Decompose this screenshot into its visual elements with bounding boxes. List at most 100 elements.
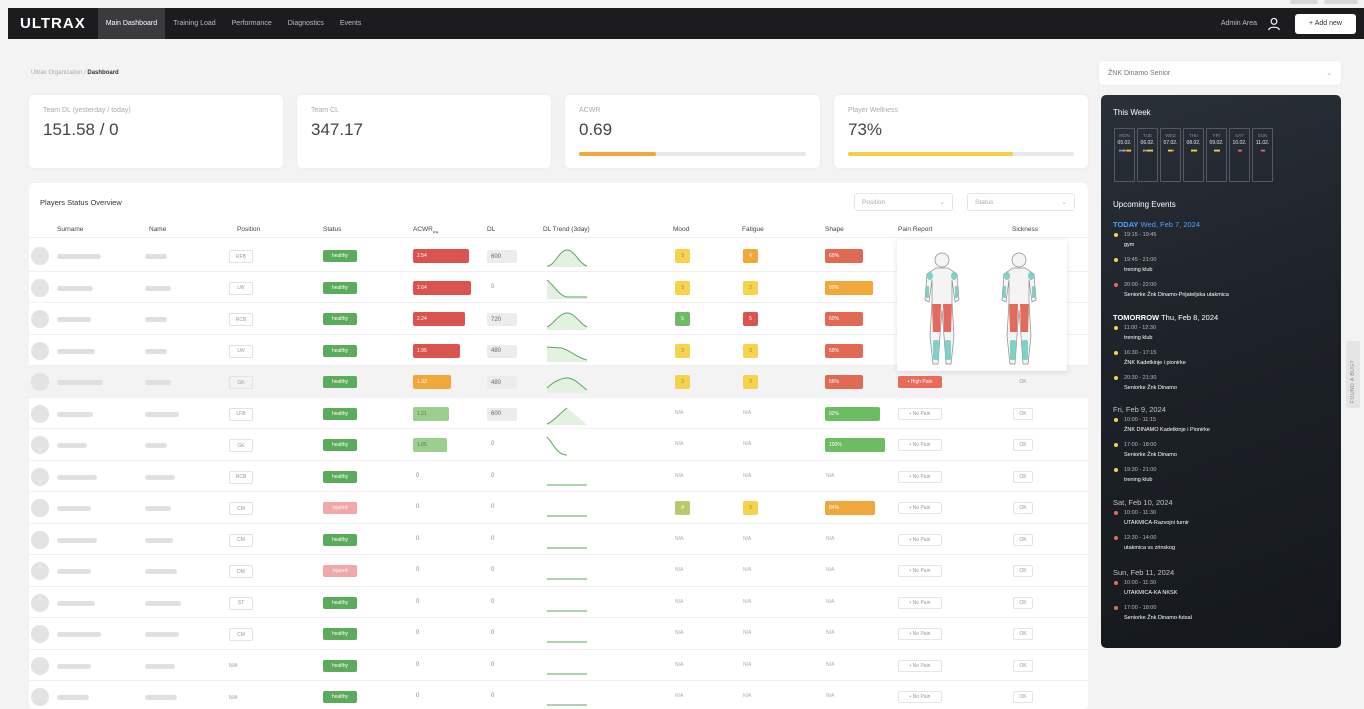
event-item[interactable]: 12:30 - 14:00 utakmica vs zrinskog (1114, 535, 1175, 551)
table-row[interactable]: RCB healthy 0 0 N/A N/A N/A • No Pain OK (29, 461, 1088, 492)
nav-diagnostics[interactable]: Diagnostics (280, 8, 332, 39)
surname-placeholder (57, 317, 91, 322)
event-day-heading: Sun, Feb 11, 2024 (1113, 568, 1174, 577)
pain-report-badge[interactable]: • No Pain (898, 407, 942, 420)
mood-value: 3 (675, 249, 690, 263)
week-day-thu[interactable]: THU 08.02. ●●● (1183, 128, 1204, 182)
mood-value: N/A (675, 661, 684, 668)
week-day-mon[interactable]: MON 05.02. ●●●●●● (1114, 128, 1135, 182)
avatar (31, 593, 49, 612)
event-time: 10:00 - 11:30 (1124, 510, 1157, 516)
nav-main-dashboard[interactable]: Main Dashboard (97, 8, 166, 39)
mood-value: N/A (675, 567, 684, 573)
mood-value: N/A (675, 409, 684, 416)
position-tag: CM (229, 533, 253, 547)
event-item[interactable]: 19:30 - 21:00 trening klub (1114, 467, 1156, 483)
event-time: 17:00 - 18:00 (1124, 442, 1157, 448)
team-select[interactable]: ŽNK Dinamo Senior ⌄ (1099, 61, 1341, 85)
th-mood[interactable]: Mood (673, 226, 689, 233)
surname-placeholder (57, 632, 101, 637)
table-row[interactable]: CM healthy 0 0 N/A N/A N/A • No Pain OK (29, 618, 1088, 650)
th-sickness[interactable]: Sickness (1012, 226, 1038, 233)
th-surname[interactable]: Surname (57, 226, 83, 233)
pain-report-badge[interactable]: • No Pain (898, 659, 942, 672)
week-day-name: THU (1188, 133, 1199, 138)
nav-training-load[interactable]: Training Load (165, 8, 224, 39)
week-day-fri[interactable]: FRI 09.02. ●●● (1206, 128, 1227, 182)
pain-report-badge[interactable]: • No Pain (898, 596, 942, 609)
event-item[interactable]: 19:45 - 21:00 trening klub (1114, 257, 1156, 273)
event-item[interactable]: 10:00 - 11:30 UTAKMICA-KA NKSK (1114, 580, 1177, 596)
add-new-button[interactable]: + Add new (1295, 13, 1356, 34)
event-dot (1114, 350, 1118, 355)
nav-events[interactable]: Events (332, 8, 369, 39)
avatar (31, 341, 49, 360)
event-item[interactable]: 16:30 - 17:15 ŽNK Kadetkinje i pionirke (1114, 350, 1186, 366)
logo[interactable]: ULTRAX (8, 15, 98, 32)
th-position[interactable]: Position (237, 226, 260, 233)
pain-report-badge[interactable]: • No Pain (898, 533, 942, 546)
status-badge: healthy (323, 376, 357, 388)
week-day-tue[interactable]: TUE 06.02. ●●●●● (1137, 128, 1158, 182)
event-item[interactable]: 17:00 - 18:00 Seniorke Žnk Dinamo-futsal (1114, 605, 1192, 621)
breadcrumb-org[interactable]: Ultrax Organization (31, 70, 82, 76)
event-item[interactable]: 20:30 - 21:30 Seniorke Žnk Dinamo (1114, 375, 1177, 391)
th-dl[interactable]: DL (487, 226, 495, 233)
th-acwr[interactable]: ACWRRA (413, 226, 438, 234)
pain-report-badge[interactable]: • No Pain (898, 565, 942, 577)
event-item[interactable]: 17:00 - 18:00 Seniorke Žnk Dinamo (1114, 442, 1177, 458)
dl-value: 0 (491, 693, 495, 699)
dl-value: 600 (487, 250, 517, 263)
event-day-date: Sat, Feb 10, 2024 (1113, 498, 1173, 507)
th-dl-trend[interactable]: DL Trend (3day) (543, 226, 590, 233)
event-item[interactable]: 11:00 - 12:30 trening klub (1114, 325, 1156, 341)
th-name[interactable]: Name (149, 226, 166, 233)
event-name: UTAKMICA-KA NKSK (1124, 590, 1178, 596)
table-row[interactable]: N/A healthy 0 0 N/A N/A N/A • No Pain OK (29, 650, 1088, 681)
status-filter[interactable]: Status ⌄ (967, 193, 1075, 211)
event-item[interactable]: 19:15 - 19:45 gym (1114, 232, 1156, 248)
event-name: Seniorke Žnk Dinamo-futsal (1124, 615, 1192, 621)
th-shape[interactable]: Shape (825, 226, 844, 233)
event-name: gym (1124, 242, 1135, 248)
table-row[interactable]: GK healthy 1.05 0 N/A N/A 100% • No Pain OK (29, 429, 1088, 461)
pain-report-badge[interactable]: • No Pain (898, 470, 942, 483)
dl-value: 0 (491, 441, 495, 447)
th-pain-report[interactable]: Pain Report (898, 226, 932, 233)
week-day-sat[interactable]: SAT 10.02. ●● (1229, 128, 1250, 182)
table-row[interactable]: LFB healthy 1.21 600 N/A N/A 92% • No Pain OK (29, 398, 1088, 429)
feedback-tab[interactable]: FOUND A BUG? (1346, 341, 1360, 408)
user-icon[interactable] (1267, 17, 1281, 31)
acwr-value: 2.54 (413, 249, 469, 263)
th-status[interactable]: Status (323, 226, 341, 233)
week-day-wed[interactable]: WED 07.02. ●●● (1160, 128, 1181, 182)
event-item[interactable]: 10:00 - 11:15 ŽNK DINAMO Kadetkinje i Pio… (1114, 417, 1210, 433)
position-filter[interactable]: Position ⌄ (854, 193, 953, 211)
name-placeholder (145, 506, 171, 511)
acwr-value: 1.33 (413, 375, 451, 389)
table-row[interactable]: CM healthy 0 0 N/A N/A N/A • No Pain OK (29, 524, 1088, 555)
pain-report-badge[interactable]: • No Pain (898, 628, 942, 640)
pain-report-badge[interactable]: • High Pain (898, 376, 942, 388)
acwr-value: 0 (416, 630, 420, 636)
pain-report-badge[interactable]: • No Pain (898, 502, 942, 514)
week-day-sun[interactable]: SUN 11.02. ●● (1252, 128, 1273, 182)
event-day-heading: TODAY Wed, Feb 7, 2024 (1113, 220, 1200, 229)
admin-area-link[interactable]: Admin Area (1221, 20, 1257, 27)
acwr-progress-bar (579, 152, 806, 156)
fatigue-value: N/A (743, 567, 752, 573)
shape-value: N/A (826, 598, 835, 605)
pain-report-badge[interactable]: • No Pain (898, 691, 942, 703)
nav-performance[interactable]: Performance (224, 8, 280, 39)
event-time: 10:00 - 11:15 (1124, 417, 1157, 423)
name-placeholder (145, 317, 167, 322)
week-day-event-dots: ●● (1253, 148, 1272, 154)
event-item[interactable]: 20:00 - 22:00 Seniorke Žnk Dinamo-Prijate… (1114, 282, 1229, 298)
event-item[interactable]: 10:00 - 11:30 UTAKMICA-Razvojni turnir (1114, 510, 1189, 526)
pain-report-badge[interactable]: • No Pain (898, 439, 942, 451)
table-row[interactable]: CM injured 0 0 4 2 84% • No Pain OK (29, 492, 1088, 524)
table-row[interactable]: ST healthy 0 0 N/A N/A N/A • No Pain OK (29, 587, 1088, 618)
table-row[interactable]: DM injured 0 0 N/A N/A N/A • No Pain OK (29, 555, 1088, 587)
th-fatigue[interactable]: Fatigue (742, 226, 764, 233)
table-row[interactable]: N/A healthy 0 0 N/A N/A N/A • No Pain OK (29, 681, 1088, 709)
